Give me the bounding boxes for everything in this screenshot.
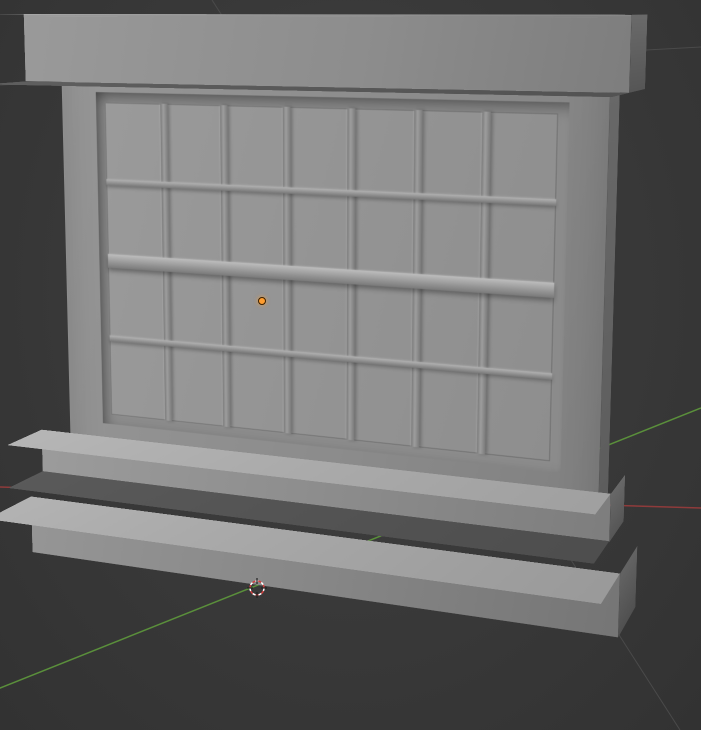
base-right <box>618 546 637 638</box>
lintel-front <box>24 14 632 93</box>
object-origin-indicator <box>258 297 266 305</box>
viewport-3d[interactable] <box>0 0 701 730</box>
sill-right <box>609 475 625 543</box>
window-recess <box>96 92 570 473</box>
lintel-right <box>629 15 647 93</box>
window-inner-frame <box>105 102 558 461</box>
scene-root <box>30 60 670 640</box>
